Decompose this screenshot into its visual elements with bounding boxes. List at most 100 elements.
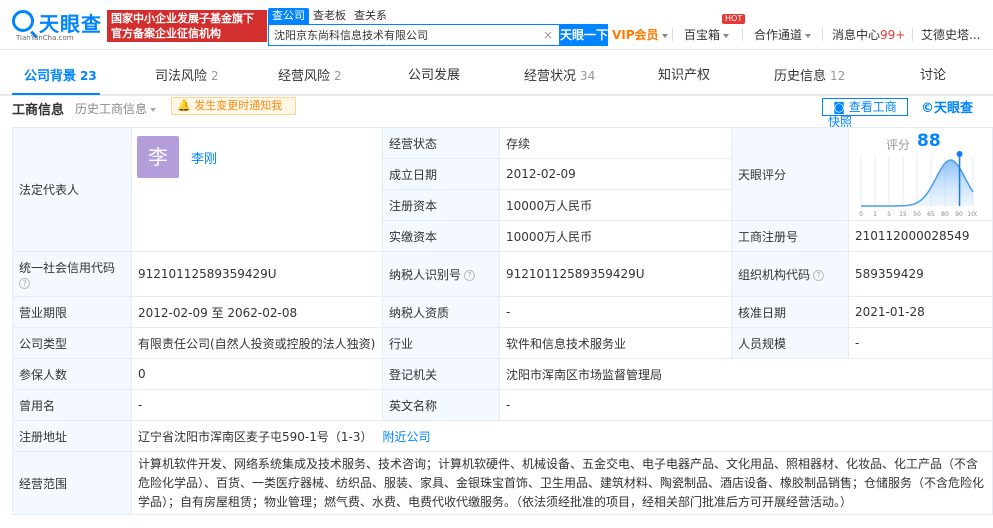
tick-label: 100 (967, 211, 977, 218)
baibaoxiang-label: 百宝箱 (684, 28, 721, 42)
taxpayer-qual-label: 纳税人资质 (382, 296, 500, 328)
insured-label: 参保人数 (12, 358, 132, 390)
term-value: 2012-02-09 至 2062-02-08 (131, 296, 383, 328)
search-button[interactable]: 天眼一下 (560, 24, 608, 46)
english-name-value: - (499, 389, 993, 421)
clear-icon[interactable]: × (543, 28, 553, 42)
tab-count: 12 (830, 69, 846, 83)
legal-rep-link[interactable]: 李刚 (191, 152, 217, 167)
tab-company-background[interactable]: 公司背景 23 (24, 56, 97, 96)
vip-label: VIP会员 (612, 28, 659, 42)
scope-label: 经营范围 (12, 451, 132, 515)
search-tab-company[interactable]: 查公司 (268, 8, 309, 24)
chevron-down-icon (150, 107, 157, 112)
score-chart-ticks: 0 1 5 15 50 65 80 90 100 (859, 211, 977, 218)
tick-label: 90 (955, 211, 963, 218)
brand-watermark: ©天眼查 (921, 97, 973, 116)
status-label: 经营状态 (382, 127, 500, 159)
tick-label: 50 (913, 211, 921, 218)
taxpayer-id-label: 纳税人识别号 (389, 267, 462, 282)
tab-label: 公司发展 (408, 68, 461, 83)
tab-count: 2 (211, 69, 219, 83)
tab-label: 知识产权 (658, 68, 711, 83)
tab-company-development[interactable]: 公司发展 (408, 56, 460, 96)
credit-code-value: 91210112589359429U (131, 251, 383, 297)
user-menu[interactable]: 艾德史塔... (921, 26, 980, 44)
address-cell: 辽宁省沈阳市浑南区麦子屯590-1号（1-3） 附近公司 (131, 420, 993, 452)
notify-on-change-button[interactable]: 🔔 发生变更时通知我 (171, 97, 296, 115)
taxpayer-qual-value: - (499, 296, 732, 328)
tab-label: 经营状况 (524, 69, 577, 84)
reg-no-value: 210112000028549 (848, 220, 993, 252)
baibaoxiang-menu[interactable]: 百宝箱 (684, 26, 730, 44)
vip-menu[interactable]: VIP会员 (612, 26, 668, 44)
top-header: 天眼查 TianYanCha.com 国家中小企业发展子基金旗下 官方备案企业征… (0, 0, 993, 50)
tab-label: 公司背景 (24, 69, 77, 84)
tab-divider (0, 94, 993, 95)
logo-sub: TianYanCha.com (16, 34, 74, 42)
staff-size-value: - (848, 327, 993, 359)
industry-value: 软件和信息技术服务业 (499, 327, 732, 359)
approval-date-label: 核准日期 (731, 296, 849, 328)
tab-label: 讨论 (920, 68, 947, 83)
search-tabs: 查公司 查老板 查关系 (268, 8, 391, 24)
company-tabs: 公司背景 23 司法风险 2 经营风险 2 公司发展 经营状况 34 知识产权 历史信息… (0, 56, 993, 96)
nearby-companies-link[interactable]: 附近公司 (382, 430, 430, 444)
tab-intellectual-property[interactable]: 知识产权 (658, 56, 710, 96)
help-icon[interactable]: ? (813, 269, 825, 281)
avatar: 李 (137, 136, 179, 178)
tab-count: 2 (334, 69, 342, 83)
taxpayer-id-label-cell: 纳税人识别号? (382, 251, 500, 297)
staff-size-label: 人员规模 (731, 327, 849, 359)
legal-rep-label: 法定代表人 (12, 127, 132, 252)
tick-label: 15 (899, 211, 907, 218)
reg-no-label: 工商注册号 (731, 220, 849, 252)
org-code-label-cell: 组织机构代码? (731, 251, 849, 297)
tick-label: 80 (941, 211, 949, 218)
tab-operating-risk[interactable]: 经营风险 2 (278, 56, 342, 96)
insured-value: 0 (131, 358, 383, 390)
status-value: 存续 (499, 127, 732, 159)
brand-text: 天眼查 (934, 101, 974, 116)
former-name-label: 曾用名 (12, 389, 132, 421)
tab-label: 司法风险 (155, 69, 208, 84)
search-tab-relation[interactable]: 查关系 (350, 8, 391, 24)
nav-divider (912, 28, 913, 41)
credit-code-label-cell: 统一社会信用代码? (12, 251, 132, 297)
nav-divider (672, 28, 673, 41)
search-tab-boss[interactable]: 查老板 (309, 8, 350, 24)
tab-history[interactable]: 历史信息 12 (774, 56, 845, 96)
score-label: 天眼评分 (731, 127, 849, 221)
message-center[interactable]: 消息中心99+ (832, 26, 905, 44)
tab-operating-status[interactable]: 经营状况 34 (524, 56, 595, 96)
former-name-value: - (131, 389, 383, 421)
active-tab-underline (12, 93, 100, 95)
paid-capital-label: 实缴资本 (382, 220, 500, 252)
legal-rep-cell: 李李刚 (131, 127, 383, 252)
hezuo-menu[interactable]: 合作通道 (754, 26, 812, 44)
bell-icon: 🔔 (177, 99, 191, 112)
logo-magnifier-icon (12, 10, 34, 32)
message-center-label: 消息中心 (832, 28, 881, 42)
history-business-info[interactable]: 历史工商信息 (75, 100, 157, 117)
paid-capital-value: 10000万人民币 (499, 220, 732, 252)
search-box: × (268, 24, 560, 46)
help-icon[interactable]: ? (464, 269, 476, 281)
reg-authority-value: 沈阳市浑南区市场监督管理局 (499, 358, 993, 390)
company-type-value: 有限责任公司(自然人投资或控股的法人独资) (131, 327, 383, 359)
camera-icon: ◙ (833, 100, 845, 114)
help-icon[interactable]: ? (19, 277, 30, 289)
tianyancha-logo[interactable]: 天眼查 TianYanCha.com (12, 8, 102, 42)
score-distribution-chart: 0 1 5 15 50 65 80 90 100 (859, 151, 977, 218)
tab-count: 34 (580, 69, 596, 83)
company-type-label: 公司类型 (12, 327, 132, 359)
tab-discussion[interactable]: 讨论 (920, 56, 946, 96)
est-date-value: 2012-02-09 (499, 158, 732, 190)
hot-badge: HOT (722, 14, 746, 24)
taxpayer-id-value: 91210112589359429U (499, 251, 732, 297)
search-input[interactable] (269, 25, 529, 45)
org-code-value: 589359429 (848, 251, 993, 297)
history-label: 历史工商信息 (75, 102, 148, 116)
chevron-down-icon (723, 33, 730, 38)
tab-judicial-risk[interactable]: 司法风险 2 (155, 56, 219, 96)
